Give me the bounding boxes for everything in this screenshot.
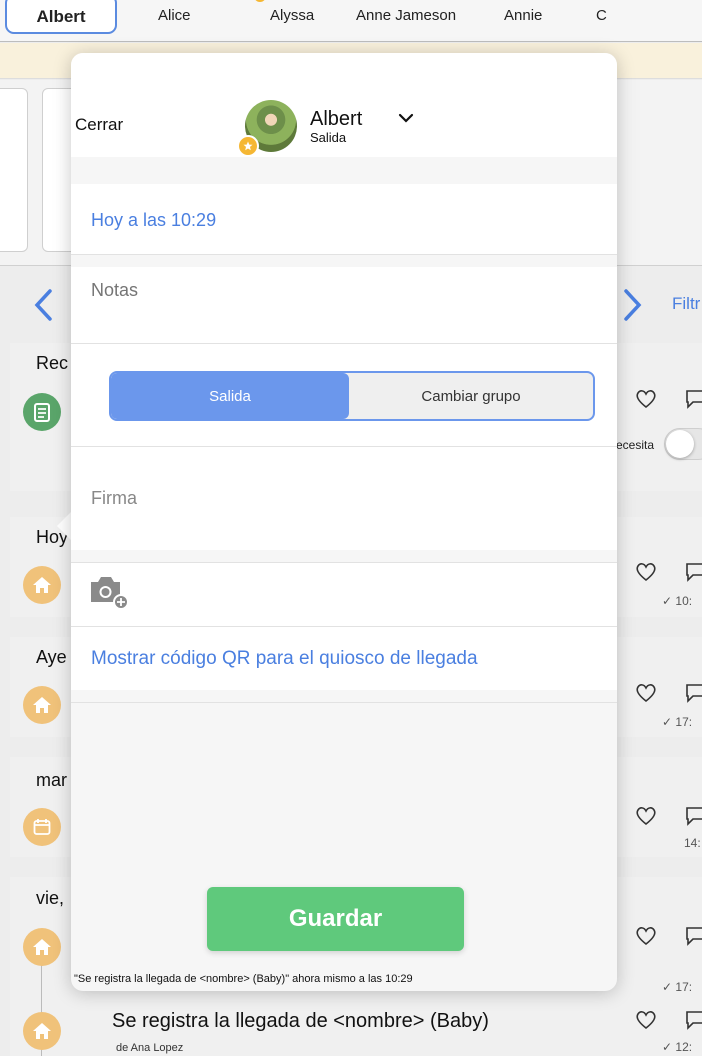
segment-cambiar-grupo[interactable]: Cambiar grupo — [349, 373, 593, 419]
chevron-left-icon[interactable] — [32, 288, 54, 322]
heart-icon[interactable] — [635, 389, 657, 409]
comment-icon[interactable] — [685, 389, 702, 409]
feed-item-title[interactable]: Se registra la llegada de <nombre> (Baby… — [112, 1010, 489, 1033]
photo-row — [71, 562, 617, 626]
divider — [71, 254, 617, 255]
heart-icon[interactable] — [635, 562, 657, 582]
calendar-icon — [23, 808, 61, 846]
close-button[interactable]: Cerrar — [75, 115, 123, 135]
star-badge-icon — [237, 135, 259, 157]
date-time-link[interactable]: Hoy a las 10:29 — [91, 210, 216, 231]
tab-indicator-dot — [254, 0, 266, 2]
tab-alice[interactable]: Alice — [158, 7, 191, 24]
item-time: 14: — [684, 836, 701, 850]
heart-icon[interactable] — [635, 683, 657, 703]
heart-icon[interactable] — [635, 806, 657, 826]
toggle-label: ecesita — [616, 438, 655, 452]
day-label: mar — [36, 770, 67, 790]
comment-icon[interactable] — [685, 683, 702, 703]
home-icon — [23, 928, 61, 966]
tab-albert[interactable]: Albert — [5, 0, 117, 34]
child-tab-bar: Albert Alice Alyssa Anne Jameson Annie C — [0, 0, 702, 42]
comment-icon[interactable] — [685, 562, 702, 582]
child-status: Salida — [310, 130, 347, 145]
day-label: vie, — [36, 888, 65, 908]
comment-icon[interactable] — [685, 1010, 702, 1030]
camera-icon[interactable] — [89, 574, 131, 610]
chevron-down-icon[interactable] — [398, 112, 414, 124]
segment-salida[interactable]: Salida — [111, 373, 349, 419]
tab-alyssa[interactable]: Alyssa — [270, 7, 314, 24]
item-time: ✓ 12: — [662, 1040, 693, 1054]
save-button[interactable]: Guardar — [207, 887, 464, 951]
comment-icon[interactable] — [685, 926, 702, 946]
chevron-right-icon[interactable] — [622, 288, 644, 322]
tab-annie[interactable]: Annie — [504, 7, 542, 24]
notes-row — [71, 267, 617, 344]
comment-icon[interactable] — [685, 806, 702, 826]
notes-input[interactable] — [91, 280, 591, 301]
day-label: Aye — [36, 647, 67, 667]
heart-icon[interactable] — [635, 1010, 657, 1030]
divider — [71, 702, 617, 703]
summary-card — [0, 88, 28, 252]
child-name[interactable]: Albert — [310, 108, 362, 131]
item-time: ✓ 17: — [662, 980, 693, 994]
filter-link[interactable]: Filtr — [672, 294, 700, 314]
day-label: Rec — [36, 353, 69, 373]
heart-icon[interactable] — [635, 926, 657, 946]
item-time: ✓ 10: — [662, 594, 693, 608]
toggle-switch[interactable] — [664, 428, 702, 460]
signature-label: Firma — [91, 488, 137, 508]
feed-item-author: de Ana Lopez — [116, 1042, 184, 1054]
show-qr-link[interactable]: Mostrar código QR para el quiosco de lle… — [91, 648, 478, 670]
check-out-popover: Cerrar Albert Salida Hoy a las 10:29 Sal… — [71, 53, 617, 991]
signature-row[interactable] — [71, 447, 617, 550]
home-icon — [23, 686, 61, 724]
clipboard-icon — [23, 393, 61, 431]
tab-c[interactable]: C — [596, 7, 607, 24]
item-time: ✓ 17: — [662, 715, 693, 729]
action-segmented-control: Salida Cambiar grupo — [109, 371, 595, 421]
home-icon — [23, 566, 61, 604]
activity-preview-text: "Se registra la llegada de <nombre> (Bab… — [74, 973, 413, 985]
tab-anne-jameson[interactable]: Anne Jameson — [356, 7, 456, 24]
popover-pointer — [57, 512, 71, 540]
home-icon — [23, 1012, 61, 1050]
divider — [71, 562, 617, 563]
